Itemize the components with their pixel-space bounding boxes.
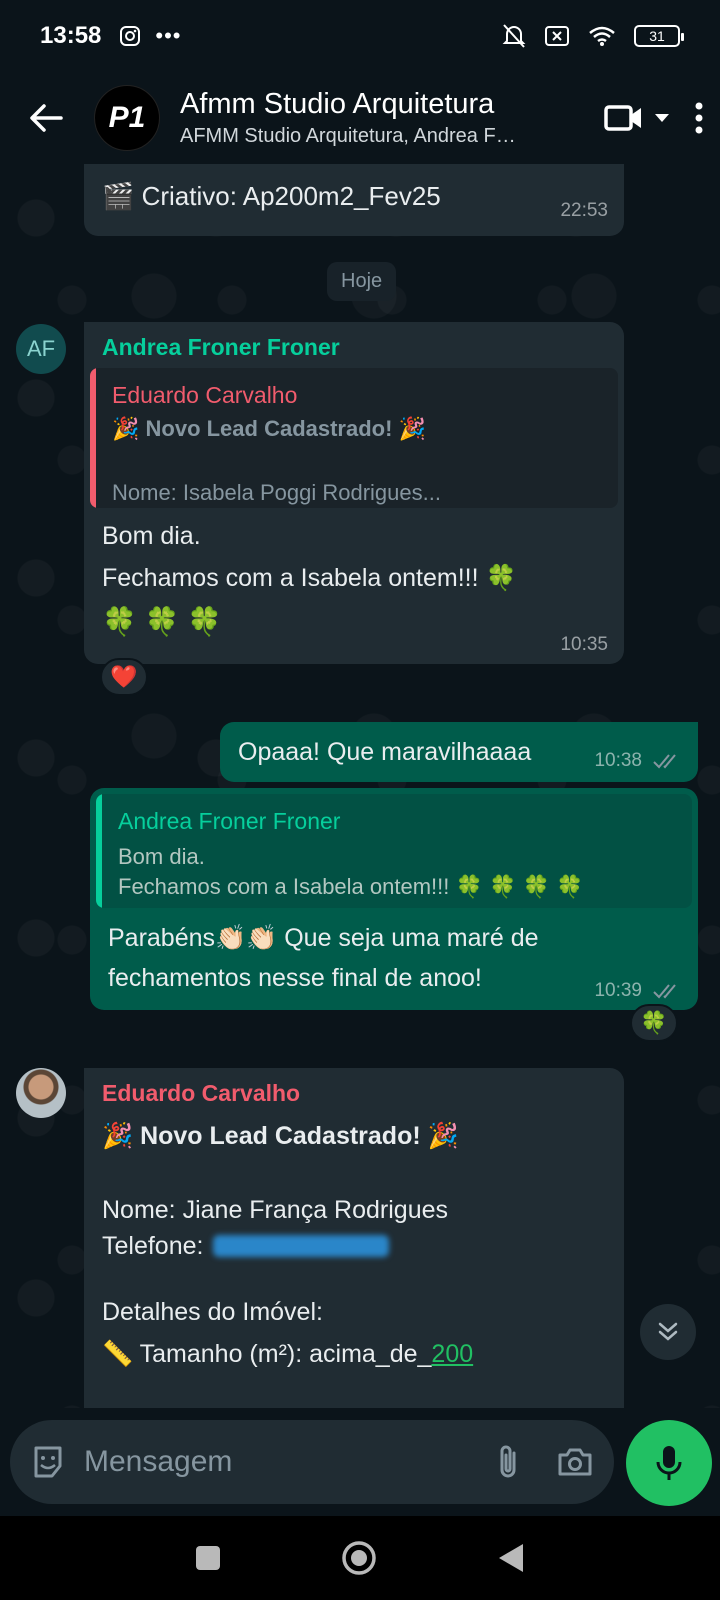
quoted-message[interactable]: Andrea Froner Froner Bom dia. Fechamos c… [96,794,692,908]
recent-apps-icon[interactable] [195,1545,221,1571]
message-text: Telefone: [102,1232,204,1260]
quote-text: 🎉 Novo Lead Cadastrado! 🎉 [112,416,426,441]
attach-icon[interactable] [494,1443,522,1481]
back-icon[interactable] [497,1542,525,1574]
message-time: 10:35 [560,634,608,655]
double-chevron-down-icon [658,1322,678,1341]
message-text: 📏 Tamanho (m²): acima_de_ [102,1340,432,1368]
message-time: 22:53 [560,200,608,221]
reaction-badge[interactable]: ❤️ [100,658,148,696]
quote-sender: Andrea Froner Froner [118,808,341,834]
chat-participants: AFMM Studio Arquitetura, Andrea Froner F… [180,125,520,147]
system-nav-bar [0,1516,720,1600]
video-call-button[interactable] [604,103,670,133]
instagram-icon [120,26,141,46]
voice-message-button[interactable] [626,1420,712,1506]
date-chip: Hoje [327,262,397,301]
sender-name: Andrea Froner Froner [102,334,340,360]
message-bubble-incoming[interactable]: Eduardo Carvalho 🎉 Novo Lead Cadastrado!… [84,1068,624,1408]
phone-link-redacted[interactable] [213,1235,390,1257]
avatar[interactable]: AF [16,324,66,374]
message-bubble-incoming[interactable]: Andrea Froner Froner Eduardo Carvalho 🎉 … [84,322,624,664]
avatar[interactable] [16,1068,66,1118]
camera-icon[interactable] [556,1446,594,1478]
message-input-container[interactable]: Mensagem [10,1420,614,1504]
reaction-badge[interactable]: 🍀 [630,1004,678,1042]
quote-sender: Eduardo Carvalho [112,382,298,408]
battery-icon: 31 [634,25,684,47]
group-avatar[interactable]: P1 [94,85,160,151]
message-input[interactable]: Mensagem [84,1445,494,1479]
message-text: fechamentos nesse final de anoo! [108,964,482,992]
read-receipt-icon [653,984,676,999]
chat-area[interactable]: 🎬 Criativo: Ap200m2_Fev25 22:53 Hoje AF … [0,164,720,1408]
status-time: 13:58 [40,22,102,49]
home-icon[interactable] [341,1540,377,1576]
mute-bell-icon [502,24,526,48]
quote-text: Fechamos com a Isabela ontem!!! 🍀 🍀 🍀 🍀 [118,874,584,899]
back-button[interactable] [24,96,68,140]
quote-text: Nome: Isabela Poggi Rodrigues... [112,480,441,505]
chat-header: P1 Afmm Studio Arquitetura AFMM Studio A… [0,72,720,164]
sticker-icon[interactable] [30,1444,66,1480]
message-bubble-incoming[interactable]: 🎬 Criativo: Ap200m2_Fev25 22:53 [84,164,624,236]
message-text: Opaaa! Que maravilhaaaa [238,738,532,766]
message-text: Bom dia. [102,522,201,550]
message-time: 10:38 [594,750,642,771]
chevron-down-icon [655,114,669,122]
message-bubble-outgoing[interactable]: Opaaa! Que maravilhaaaa 10:38 [220,722,698,782]
message-time: 10:39 [594,980,642,1001]
more-options-icon[interactable] [694,101,704,135]
read-receipt-icon [653,754,676,769]
composer: Mensagem [0,1408,720,1516]
wifi-icon [589,26,615,46]
message-text: 🎬 Criativo: Ap200m2_Fev25 [102,181,441,211]
sender-name: Eduardo Carvalho [102,1080,301,1106]
chat-title: Afmm Studio Arquitetura [180,88,495,120]
video-camera-icon [604,105,641,131]
status-bar: 13:58 ••• 31 [0,0,720,72]
link-text[interactable]: 200 [431,1340,473,1368]
message-text: Parabéns👏🏻👏🏻 Que seja uma maré de [108,924,539,952]
message-text: Nome: Jiane França Rodrigues [102,1196,448,1224]
quoted-message[interactable]: Eduardo Carvalho 🎉 Novo Lead Cadastrado!… [90,368,618,508]
back-arrow-icon [30,104,63,132]
chat-info[interactable]: Afmm Studio Arquitetura AFMM Studio Arqu… [180,88,520,148]
message-bubble-outgoing[interactable]: Andrea Froner Froner Bom dia. Fechamos c… [90,788,698,1010]
message-text: Detalhes do Imóvel: [102,1298,323,1326]
message-text: 🎉 Novo Lead Cadastrado! 🎉 [102,1122,459,1150]
more-notifications-icon: ••• [155,23,182,48]
message-text: 🍀 🍀 🍀 [102,606,223,637]
message-text: Fechamos com a Isabela ontem!!! 🍀 [102,564,517,592]
microphone-icon [656,1446,682,1480]
no-sim-icon [545,26,569,46]
scroll-to-bottom-button[interactable] [640,1304,696,1360]
quote-text: Bom dia. [118,844,205,869]
